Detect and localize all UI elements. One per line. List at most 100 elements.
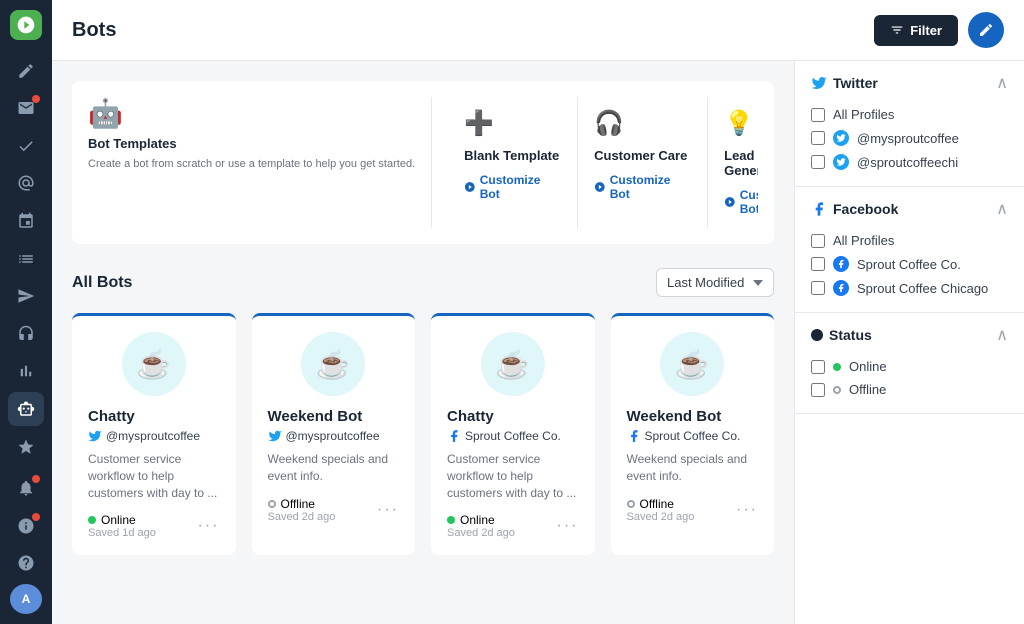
twitter-profile-1-checkbox[interactable] bbox=[811, 131, 825, 145]
customize-link-blank[interactable]: Customize Bot bbox=[464, 173, 561, 201]
bot-card-icon-1: ☕ bbox=[301, 332, 365, 396]
bot-status-0: Online bbox=[88, 513, 156, 527]
facebook-profile-2-checkbox[interactable] bbox=[811, 281, 825, 295]
facebook-profile-1-checkbox[interactable] bbox=[811, 257, 825, 271]
template-intro-title: Bot Templates bbox=[88, 136, 415, 151]
bot-card-desc-1: Weekend specials and event info. bbox=[268, 451, 400, 485]
bot-card-footer-1: Offline Saved 2d ago ··· bbox=[268, 497, 400, 523]
bot-card-name-2: Chatty bbox=[447, 408, 579, 425]
user-avatar[interactable]: A bbox=[10, 584, 42, 614]
facebook-profile-2-icon bbox=[833, 280, 849, 296]
bot-card-desc-3: Weekend specials and event info. bbox=[627, 451, 759, 485]
app-logo[interactable] bbox=[10, 10, 42, 40]
sidebar-item-inbox[interactable] bbox=[8, 91, 44, 125]
twitter-collapse-btn[interactable]: ∧ bbox=[996, 73, 1008, 93]
page-header: Bots Filter bbox=[52, 0, 1024, 61]
facebook-all-profiles[interactable]: All Profiles bbox=[811, 229, 1008, 252]
facebook-all-profiles-checkbox[interactable] bbox=[811, 234, 825, 248]
settings-badge bbox=[32, 513, 40, 521]
online-dot bbox=[833, 363, 841, 371]
bot-card-1[interactable]: ☕ Weekend Bot @mysproutcoffee Weekend sp… bbox=[252, 313, 416, 555]
template-icon-blank: ➕ bbox=[464, 109, 494, 138]
bot-card-status-0: Online Saved 1d ago bbox=[88, 513, 156, 539]
bot-twitter-icon bbox=[88, 429, 102, 443]
sidebar-item-list[interactable] bbox=[8, 242, 44, 276]
bot-status-dot bbox=[447, 516, 455, 524]
template-card-lead-gen[interactable]: 💡 Lead Generation Customize Bot bbox=[708, 97, 758, 228]
template-name-blank: Blank Template bbox=[464, 148, 559, 163]
facebook-profile-1[interactable]: Sprout Coffee Co. bbox=[811, 252, 1008, 276]
sidebar-item-audio[interactable] bbox=[8, 317, 44, 351]
facebook-filter-section: Facebook ∧ All Profiles Sprout Coffee Co… bbox=[795, 187, 1024, 313]
all-bots-title: All Bots bbox=[72, 274, 132, 292]
status-offline-checkbox[interactable] bbox=[811, 383, 825, 397]
header-actions: Filter bbox=[874, 12, 1004, 48]
bot-more-btn-0[interactable]: ··· bbox=[198, 517, 220, 535]
bot-status-2: Online bbox=[447, 513, 515, 527]
bot-saved-2: Saved 2d ago bbox=[447, 527, 515, 539]
twitter-all-profiles-checkbox[interactable] bbox=[811, 108, 825, 122]
sidebar-item-notifications[interactable] bbox=[8, 471, 44, 505]
customize-icon-blank bbox=[464, 181, 476, 193]
bot-status-1: Offline bbox=[268, 497, 336, 511]
sidebar-item-mentions[interactable] bbox=[8, 167, 44, 201]
status-offline[interactable]: Offline bbox=[811, 378, 1008, 401]
template-icon-customer-care: 🎧 bbox=[594, 109, 624, 138]
customize-link-customer-care[interactable]: Customize Bot bbox=[594, 173, 691, 201]
bot-twitter-icon bbox=[268, 429, 282, 443]
customize-icon-customer-care bbox=[594, 181, 606, 193]
status-online-checkbox[interactable] bbox=[811, 360, 825, 374]
status-collapse-btn[interactable]: ∧ bbox=[996, 325, 1008, 345]
bot-more-btn-2[interactable]: ··· bbox=[557, 517, 579, 535]
bot-card-footer-2: Online Saved 2d ago ··· bbox=[447, 513, 579, 539]
customize-link-lead-gen[interactable]: Customize Bot bbox=[724, 188, 758, 216]
twitter-icon bbox=[811, 75, 827, 91]
sidebar: A bbox=[0, 0, 52, 624]
bot-card-name-1: Weekend Bot bbox=[268, 408, 400, 425]
sort-select[interactable]: Last ModifiedNameStatus bbox=[656, 268, 774, 297]
bot-card-0[interactable]: ☕ Chatty @mysproutcoffee Customer servic… bbox=[72, 313, 236, 555]
sidebar-item-pin[interactable] bbox=[8, 204, 44, 238]
content-area: 🤖 Bot Templates Create a bot from scratc… bbox=[52, 61, 1024, 624]
facebook-profile-2[interactable]: Sprout Coffee Chicago bbox=[811, 276, 1008, 300]
inbox-badge bbox=[32, 95, 40, 103]
twitter-filter-section: Twitter ∧ All Profiles @mysproutcoffee bbox=[795, 61, 1024, 187]
twitter-profile-1[interactable]: @mysproutcoffee bbox=[811, 126, 1008, 150]
twitter-small-icon-2 bbox=[836, 157, 846, 167]
sidebar-item-compose[interactable] bbox=[8, 54, 44, 88]
sidebar-item-bots[interactable] bbox=[8, 392, 44, 426]
sidebar-item-send[interactable] bbox=[8, 279, 44, 313]
bot-card-footer-3: Offline Saved 2d ago ··· bbox=[627, 497, 759, 523]
twitter-profile-2-icon bbox=[833, 154, 849, 170]
sidebar-item-help[interactable] bbox=[8, 547, 44, 581]
facebook-icon bbox=[811, 201, 827, 217]
page-title: Bots bbox=[72, 19, 116, 42]
twitter-profile-2[interactable]: @sproutcoffeechi bbox=[811, 150, 1008, 174]
bot-card-status-1: Offline Saved 2d ago bbox=[268, 497, 336, 523]
bot-more-btn-3[interactable]: ··· bbox=[736, 501, 758, 519]
bot-card-name-0: Chatty bbox=[88, 408, 220, 425]
template-name-customer-care: Customer Care bbox=[594, 148, 687, 163]
status-online[interactable]: Online bbox=[811, 355, 1008, 378]
main-area: Bots Filter 🤖 Bot Templates Create a bot… bbox=[52, 0, 1024, 624]
sidebar-item-settings[interactable] bbox=[8, 509, 44, 543]
filter-button[interactable]: Filter bbox=[874, 15, 958, 46]
template-card-blank[interactable]: ➕ Blank Template Customize Bot bbox=[448, 97, 578, 228]
sidebar-item-star[interactable] bbox=[8, 430, 44, 464]
bot-status-3: Offline bbox=[627, 497, 695, 511]
template-icon-lead-gen: 💡 bbox=[724, 109, 754, 138]
bot-card-3[interactable]: ☕ Weekend Bot Sprout Coffee Co. Weekend … bbox=[611, 313, 775, 555]
facebook-section-header: Facebook ∧ bbox=[811, 199, 1008, 219]
facebook-collapse-btn[interactable]: ∧ bbox=[996, 199, 1008, 219]
twitter-all-profiles[interactable]: All Profiles bbox=[811, 103, 1008, 126]
edit-button[interactable] bbox=[968, 12, 1004, 48]
twitter-profile-2-checkbox[interactable] bbox=[811, 155, 825, 169]
bot-card-2[interactable]: ☕ Chatty Sprout Coffee Co. Customer serv… bbox=[431, 313, 595, 555]
bot-card-icon-2: ☕ bbox=[481, 332, 545, 396]
notification-badge bbox=[32, 475, 40, 483]
sidebar-item-tasks[interactable] bbox=[8, 129, 44, 163]
bot-more-btn-1[interactable]: ··· bbox=[377, 501, 399, 519]
sidebar-item-chart[interactable] bbox=[8, 355, 44, 389]
template-card-customer-care[interactable]: 🎧 Customer Care Customize Bot bbox=[578, 97, 708, 228]
bot-card-profile-1: @mysproutcoffee bbox=[268, 429, 400, 443]
